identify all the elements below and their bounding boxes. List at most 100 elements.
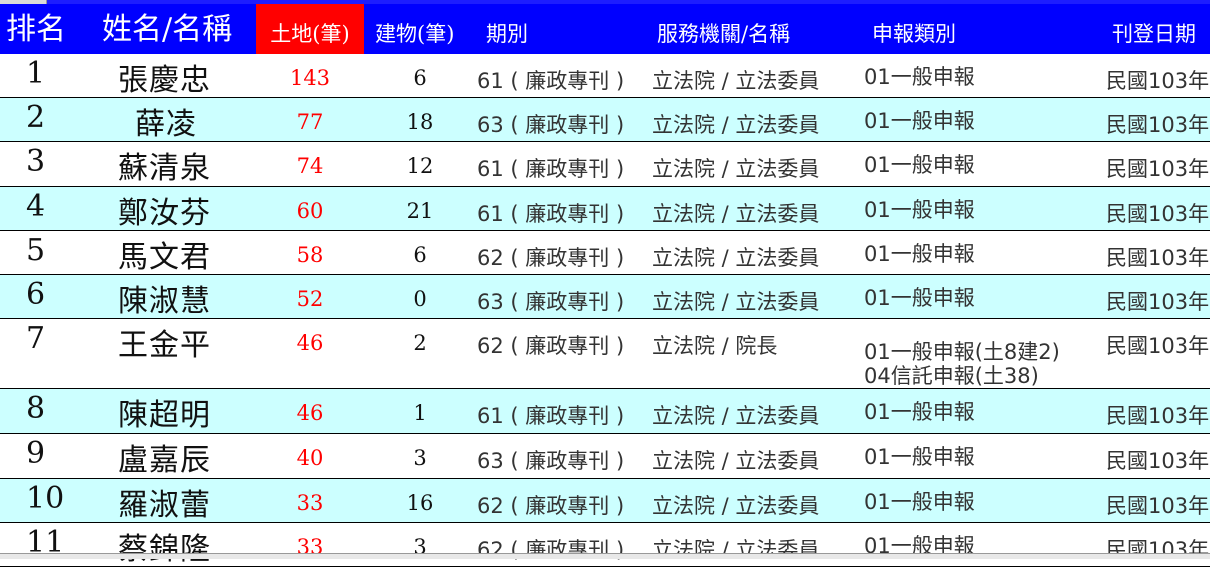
rank-cell: 5 bbox=[26, 233, 46, 268]
issue-cell: 63 ( 廉政專刊 ) bbox=[477, 290, 625, 314]
name-cell: 陳超明 bbox=[118, 398, 211, 433]
publish-date-cell: 民國103年 bbox=[1106, 449, 1210, 473]
land-count-cell: 74 bbox=[296, 154, 324, 178]
publish-date-cell: 民國103年 bbox=[1106, 246, 1210, 270]
issue-cell: 63 ( 廉政專刊 ) bbox=[477, 449, 625, 473]
table-row: 7 王金平 46 2 62 ( 廉政專刊 ) 立法院 / 院長 01一般申報(土8建2) 04… bbox=[0, 319, 1210, 389]
name-cell: 蔡錦隆 bbox=[118, 532, 211, 567]
table-row: 10 羅淑蕾 33 16 62 ( 廉政專刊 ) 立法院 / 立法委員 01一般申報 民國10… bbox=[0, 479, 1210, 523]
land-count-cell: 40 bbox=[296, 446, 324, 470]
issue-cell: 63 ( 廉政專刊 ) bbox=[477, 113, 625, 137]
land-count-cell: 33 bbox=[296, 491, 324, 515]
filing-type-cell: 01一般申報 bbox=[864, 198, 975, 222]
agency-cell: 立法院 / 立法委員 bbox=[652, 538, 820, 562]
name-cell: 蘇清泉 bbox=[118, 151, 211, 186]
filing-type-secondary-cell: 04信託申報(土38) bbox=[864, 364, 1039, 388]
issue-cell: 61 ( 廉政專刊 ) bbox=[477, 202, 625, 226]
rank-cell: 6 bbox=[26, 277, 46, 312]
publish-date-cell: 民國103年 bbox=[1106, 157, 1210, 181]
land-count-cell: 143 bbox=[289, 66, 331, 90]
publish-date-cell: 民國103年 bbox=[1106, 494, 1210, 518]
name-cell: 鄭汝芬 bbox=[118, 196, 211, 231]
name-cell: 盧嘉辰 bbox=[118, 443, 211, 478]
rank-cell: 2 bbox=[26, 100, 46, 135]
header-issue: 期別 bbox=[486, 22, 528, 46]
land-count-cell: 58 bbox=[296, 243, 324, 267]
land-count-cell: 52 bbox=[296, 287, 324, 311]
building-count-cell: 12 bbox=[406, 154, 434, 178]
building-count-cell: 6 bbox=[413, 66, 427, 90]
table-row: 5 馬文君 58 6 62 ( 廉政專刊 ) 立法院 / 立法委員 01一般申報 民國103年 bbox=[0, 231, 1210, 275]
rank-cell: 4 bbox=[26, 189, 46, 224]
land-count-cell: 46 bbox=[296, 401, 324, 425]
name-cell: 張慶忠 bbox=[118, 63, 211, 98]
name-cell: 王金平 bbox=[118, 328, 211, 363]
rank-cell: 8 bbox=[26, 391, 46, 426]
table-row: 9 盧嘉辰 40 3 63 ( 廉政專刊 ) 立法院 / 立法委員 01一般申報 民國103年 bbox=[0, 434, 1210, 479]
agency-cell: 立法院 / 立法委員 bbox=[652, 157, 820, 181]
header-building: 建物(筆) bbox=[375, 22, 455, 46]
rank-cell: 7 bbox=[26, 321, 46, 356]
filing-type-cell: 01一般申報 bbox=[864, 400, 975, 424]
table-row: 1 張慶忠 143 6 61 ( 廉政專刊 ) 立法院 / 立法委員 01一般申報 民國103… bbox=[0, 54, 1210, 98]
issue-cell: 62 ( 廉政專刊 ) bbox=[477, 494, 625, 518]
name-cell: 陳淑慧 bbox=[118, 284, 211, 319]
building-count-cell: 21 bbox=[406, 199, 434, 223]
filing-type-cell: 01一般申報 bbox=[864, 242, 975, 266]
header-name: 姓名/名稱 bbox=[102, 12, 233, 47]
issue-cell: 62 ( 廉政專刊 ) bbox=[477, 246, 625, 270]
issue-cell: 61 ( 廉政專刊 ) bbox=[477, 69, 625, 93]
header-type: 申報類別 bbox=[872, 22, 956, 46]
issue-cell: 61 ( 廉政專刊 ) bbox=[477, 157, 625, 181]
agency-cell: 立法院 / 院長 bbox=[652, 334, 778, 358]
building-count-cell: 6 bbox=[413, 243, 427, 267]
filing-type-cell: 01一般申報 bbox=[864, 286, 975, 310]
filing-type-cell: 01一般申報 bbox=[864, 153, 975, 177]
filing-type-cell: 01一般申報 bbox=[864, 490, 975, 514]
land-count-cell: 77 bbox=[296, 110, 324, 134]
table-row: 3 蘇清泉 74 12 61 ( 廉政專刊 ) 立法院 / 立法委員 01一般申報 民國103… bbox=[0, 142, 1210, 187]
table-row: 6 陳淑慧 52 0 63 ( 廉政專刊 ) 立法院 / 立法委員 01一般申報 民國103年 bbox=[0, 275, 1210, 319]
table-row: 4 鄭汝芬 60 21 61 ( 廉政專刊 ) 立法院 / 立法委員 01一般申報 民國103… bbox=[0, 187, 1210, 231]
header-land: 土地(筆) bbox=[256, 4, 364, 54]
name-cell: 羅淑蕾 bbox=[118, 488, 211, 523]
filing-type-cell: 01一般申報 bbox=[864, 109, 975, 133]
header-rank: 排名 bbox=[6, 12, 66, 47]
agency-cell: 立法院 / 立法委員 bbox=[652, 449, 820, 473]
name-cell: 馬文君 bbox=[118, 240, 211, 275]
table-row: 2 薛凌 77 18 63 ( 廉政專刊 ) 立法院 / 立法委員 01一般申報 民國103年 bbox=[0, 98, 1210, 142]
publish-date-cell: 民國103年 bbox=[1106, 202, 1210, 226]
filing-type-cell: 01一般申報 bbox=[864, 65, 975, 89]
building-count-cell: 1 bbox=[413, 401, 427, 425]
rank-cell: 10 bbox=[26, 481, 65, 516]
table-row: 11 蔡錦隆 33 3 62 ( 廉政專刊 ) 立法院 / 立法委員 01一般申報 民國103… bbox=[0, 523, 1210, 567]
land-count-cell: 46 bbox=[296, 331, 324, 355]
filing-type-cell: 01一般申報 bbox=[864, 445, 975, 469]
land-count-cell: 60 bbox=[296, 199, 324, 223]
issue-cell: 61 ( 廉政專刊 ) bbox=[477, 404, 625, 428]
agency-cell: 立法院 / 立法委員 bbox=[652, 113, 820, 137]
filing-type-cell: 01一般申報(土8建2) bbox=[864, 340, 1060, 364]
issue-cell: 62 ( 廉政專刊 ) bbox=[477, 538, 625, 562]
agency-cell: 立法院 / 立法委員 bbox=[652, 69, 820, 93]
building-count-cell: 0 bbox=[413, 287, 427, 311]
rank-cell: 3 bbox=[26, 144, 46, 179]
building-count-cell: 18 bbox=[406, 110, 434, 134]
building-count-cell: 16 bbox=[406, 491, 434, 515]
publish-date-cell: 民國103年 bbox=[1106, 538, 1210, 562]
publish-date-cell: 民國103年 bbox=[1106, 290, 1210, 314]
agency-cell: 立法院 / 立法委員 bbox=[652, 494, 820, 518]
publish-date-cell: 民國103年 bbox=[1106, 404, 1210, 428]
bottom-border bbox=[0, 553, 1210, 559]
table-header: 排名 姓名/名稱 土地(筆) 建物(筆) 期別 服務機關/名稱 申報類別 刊登日… bbox=[0, 4, 1210, 54]
rank-cell: 1 bbox=[26, 56, 46, 91]
publish-date-cell: 民國103年 bbox=[1106, 69, 1210, 93]
agency-cell: 立法院 / 立法委員 bbox=[652, 202, 820, 226]
agency-cell: 立法院 / 立法委員 bbox=[652, 246, 820, 270]
issue-cell: 62 ( 廉政專刊 ) bbox=[477, 334, 625, 358]
publish-date-cell: 民國103年 bbox=[1106, 113, 1210, 137]
building-count-cell: 2 bbox=[413, 331, 427, 355]
name-cell: 薛凌 bbox=[135, 107, 197, 142]
agency-cell: 立法院 / 立法委員 bbox=[652, 290, 820, 314]
publish-date-cell: 民國103年 bbox=[1106, 334, 1210, 358]
